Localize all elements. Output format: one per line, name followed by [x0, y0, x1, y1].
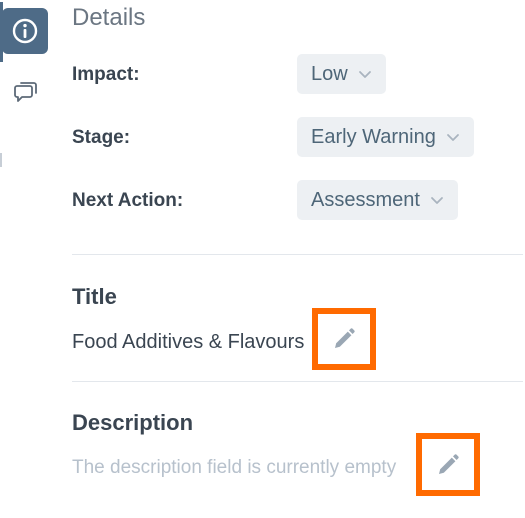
impact-select[interactable]: Low — [297, 54, 386, 94]
next-action-value: Assessment — [311, 189, 420, 211]
impact-label: Impact: — [72, 64, 140, 85]
stage-select[interactable]: Early Warning — [297, 117, 474, 157]
title-heading: Title — [72, 284, 117, 309]
pencil-icon — [335, 328, 355, 348]
stage-label: Stage: — [72, 127, 131, 148]
divider — [72, 381, 523, 382]
description-heading: Description — [72, 410, 194, 435]
divider — [72, 254, 523, 255]
details-title: Details — [72, 4, 146, 31]
sidebar-item-comments[interactable] — [10, 76, 42, 108]
title-value: Food Additives & Flavours — [72, 331, 305, 353]
chevron-down-icon — [446, 134, 459, 141]
edit-description-button[interactable] — [416, 433, 480, 496]
next-action-row: Next Action: Assessment — [72, 180, 502, 220]
next-action-label: Next Action: — [72, 190, 184, 211]
impact-row: Impact: Low — [72, 54, 502, 94]
comments-icon — [14, 82, 37, 102]
description-placeholder: The description field is currently empty — [72, 457, 397, 478]
sidebar-rail — [0, 0, 50, 518]
next-action-select[interactable]: Assessment — [297, 180, 458, 220]
chevron-down-icon — [431, 197, 443, 204]
sidebar-item-details[interactable] — [2, 8, 48, 54]
pencil-icon — [439, 453, 459, 474]
stage-row: Stage: Early Warning — [72, 117, 502, 157]
details-panel: Details Impact: Low Stage: Early Warning… — [72, 0, 525, 518]
info-icon — [12, 18, 38, 44]
rail-divider-mark — [0, 153, 2, 167]
stage-value: Early Warning — [311, 126, 436, 148]
edit-title-button[interactable] — [312, 308, 376, 370]
impact-value: Low — [311, 63, 348, 85]
chevron-down-icon — [358, 71, 371, 78]
